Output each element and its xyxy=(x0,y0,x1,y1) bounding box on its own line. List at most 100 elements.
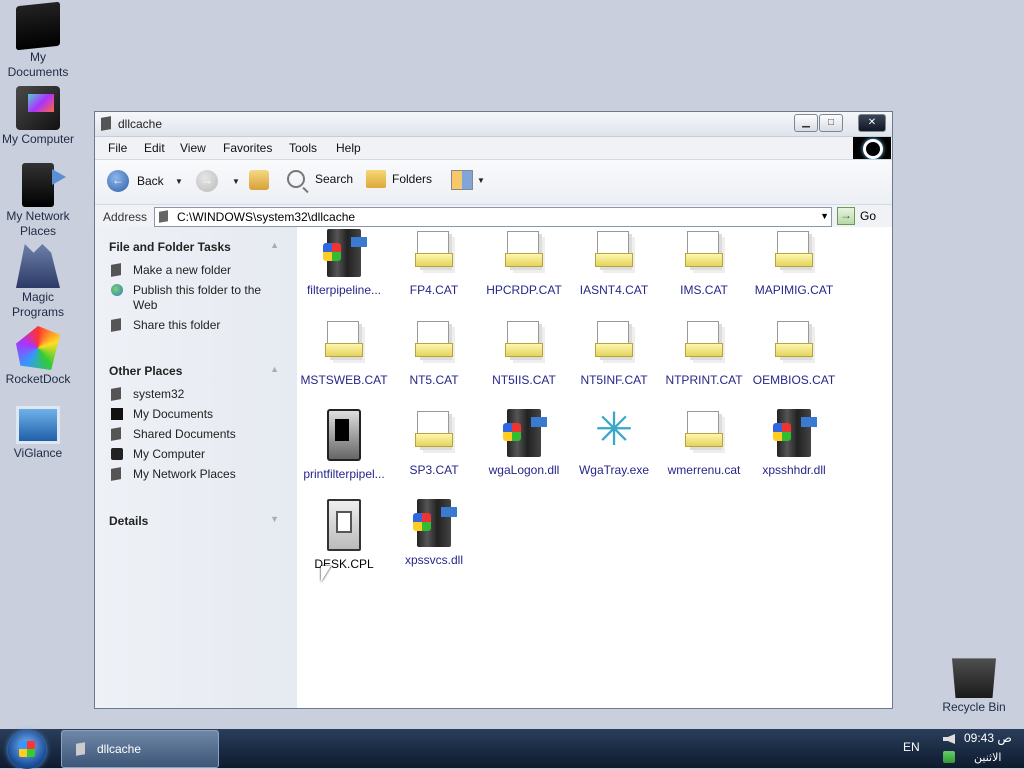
file-name: HPCRDP.CAT xyxy=(486,283,562,297)
file-item[interactable]: MAPIMIG.CAT xyxy=(749,229,839,297)
place-label: My Computer xyxy=(133,447,206,461)
desktop-icon-viglance[interactable]: ViGlance xyxy=(0,406,78,461)
forward-button[interactable]: → xyxy=(196,170,218,192)
file-item[interactable]: DESK.CPL xyxy=(299,499,389,571)
place-my-documents[interactable]: My Documents xyxy=(109,407,283,422)
file-item[interactable]: printfilterpipel... xyxy=(299,409,389,481)
task-make-new-folder[interactable]: Make a new folder xyxy=(109,263,283,278)
file-item[interactable]: wgaLogon.dll xyxy=(479,409,569,477)
file-name: wgaLogon.dll xyxy=(488,463,560,477)
place-system32[interactable]: system32 xyxy=(109,387,283,402)
start-button[interactable] xyxy=(8,731,46,769)
monitor-icon xyxy=(16,406,60,444)
place-label: My Network Places xyxy=(133,467,236,481)
views-button[interactable]: ▼ xyxy=(451,170,485,190)
back-button[interactable]: ← Back xyxy=(107,170,164,192)
details-header[interactable]: Details ▼ xyxy=(109,514,283,532)
folder-window-icon xyxy=(101,116,111,131)
desktop-icon-label: My Computer xyxy=(1,132,75,146)
go-label: Go xyxy=(860,209,877,223)
taskbar-item-dllcache[interactable]: dllcache xyxy=(61,730,219,768)
close-button[interactable]: ✕ xyxy=(858,114,886,132)
control-panel-icon xyxy=(327,499,361,551)
catalog-icon xyxy=(323,319,365,367)
address-input[interactable] xyxy=(175,209,799,225)
desktop-icon-label: My Network xyxy=(6,209,70,223)
desktop-icon-recycle-bin[interactable]: Recycle Bin xyxy=(934,654,1014,715)
file-item[interactable]: WgaTray.exe xyxy=(569,405,659,477)
globe-icon xyxy=(111,284,123,296)
catalog-icon xyxy=(413,319,455,367)
task-share-folder[interactable]: Share this folder xyxy=(109,318,283,333)
file-item[interactable]: NT5IIS.CAT xyxy=(479,319,569,387)
file-item[interactable]: wmerrenu.cat xyxy=(659,409,749,477)
catalog-icon xyxy=(593,319,635,367)
minimize-button[interactable]: ▁ xyxy=(794,114,818,132)
file-item[interactable]: SP3.CAT xyxy=(389,409,479,477)
menu-view[interactable]: View xyxy=(180,141,206,155)
task-publish-folder[interactable]: Publish this folder to the Web xyxy=(109,283,283,313)
menu-help[interactable]: Help xyxy=(336,141,361,155)
file-name: WgaTray.exe xyxy=(578,463,650,477)
clock-time[interactable]: 09:43 ص xyxy=(964,731,1012,745)
desktop-icon-rocketdock[interactable]: RocketDock xyxy=(0,326,78,387)
collapse-chevron-icon[interactable]: ▲ xyxy=(270,240,279,250)
taskbar-item-label: dllcache xyxy=(97,742,142,756)
collapse-chevron-icon[interactable]: ▲ xyxy=(270,364,279,374)
back-dropdown-icon[interactable]: ▼ xyxy=(175,177,183,186)
file-item[interactable]: xpsshhdr.dll xyxy=(749,409,839,477)
file-name: xpsshhdr.dll xyxy=(762,463,826,477)
menu-file[interactable]: File xyxy=(108,141,127,155)
catalog-icon xyxy=(503,319,545,367)
maximize-button[interactable]: □ xyxy=(819,114,843,132)
network-status-icon[interactable] xyxy=(943,751,955,763)
menu-favorites[interactable]: Favorites xyxy=(223,141,272,155)
catalog-icon xyxy=(413,409,455,457)
file-item[interactable]: filterpipeline... xyxy=(299,229,389,297)
place-shared-documents[interactable]: Shared Documents xyxy=(109,427,283,442)
up-folder-button[interactable] xyxy=(249,170,269,190)
forward-dropdown-icon[interactable]: ▼ xyxy=(232,177,240,186)
file-item[interactable]: MSTSWEB.CAT xyxy=(299,319,389,387)
file-name: printfilterpipel... xyxy=(303,467,385,481)
language-indicator[interactable]: EN xyxy=(903,740,920,754)
volume-icon[interactable] xyxy=(943,734,955,744)
file-name: MSTSWEB.CAT xyxy=(300,373,388,387)
file-item[interactable]: IASNT4.CAT xyxy=(569,229,659,297)
file-item[interactable]: IMS.CAT xyxy=(659,229,749,297)
search-icon xyxy=(287,170,305,188)
go-button[interactable]: → Go xyxy=(837,207,876,225)
folders-icon xyxy=(366,170,386,188)
address-dropdown-icon[interactable]: ▼ xyxy=(820,211,829,221)
desktop-icon-my-documents[interactable]: My Documents xyxy=(0,1,78,80)
title-bar[interactable]: dllcache ▁ □ ✕ xyxy=(95,112,892,137)
file-item[interactable]: NTPRINT.CAT xyxy=(659,319,749,387)
menu-tools[interactable]: Tools xyxy=(289,141,317,155)
folders-button[interactable]: Folders xyxy=(366,170,432,188)
task-label: Make a new folder xyxy=(133,263,232,277)
search-label: Search xyxy=(315,172,354,186)
file-item[interactable]: OEMBIOS.CAT xyxy=(749,319,839,387)
new-folder-icon xyxy=(111,263,121,277)
file-item[interactable]: FP4.CAT xyxy=(389,229,479,297)
address-field[interactable]: ▼ xyxy=(154,207,832,227)
file-item[interactable]: xpssvcs.dll xyxy=(389,499,479,567)
catalog-icon xyxy=(683,229,725,277)
other-places-header[interactable]: Other Places ▲ xyxy=(109,364,283,382)
file-item[interactable]: NT5INF.CAT xyxy=(569,319,659,387)
task-pane: File and Folder Tasks ▲ Make a new folde… xyxy=(95,227,297,708)
menu-edit[interactable]: Edit xyxy=(144,141,165,155)
file-tasks-header[interactable]: File and Folder Tasks ▲ xyxy=(109,240,283,258)
expand-chevron-icon[interactable]: ▼ xyxy=(270,514,279,524)
folder-icon xyxy=(76,742,85,756)
shared-folder-icon xyxy=(111,427,121,441)
place-my-computer[interactable]: My Computer xyxy=(109,447,283,462)
desktop-icon-my-computer[interactable]: My Computer xyxy=(0,86,78,147)
search-button[interactable]: Search xyxy=(287,170,353,188)
file-item[interactable]: HPCRDP.CAT xyxy=(479,229,569,297)
file-list: filterpipeline... FP4.CAT HPCRDP.CAT IAS… xyxy=(297,227,892,708)
desktop-icon-magic-programs[interactable]: Magic Programs xyxy=(0,244,78,320)
place-my-network-places[interactable]: My Network Places xyxy=(109,467,283,482)
file-item[interactable]: NT5.CAT xyxy=(389,319,479,387)
desktop-icon-my-network-places[interactable]: My Network Places xyxy=(0,163,78,239)
